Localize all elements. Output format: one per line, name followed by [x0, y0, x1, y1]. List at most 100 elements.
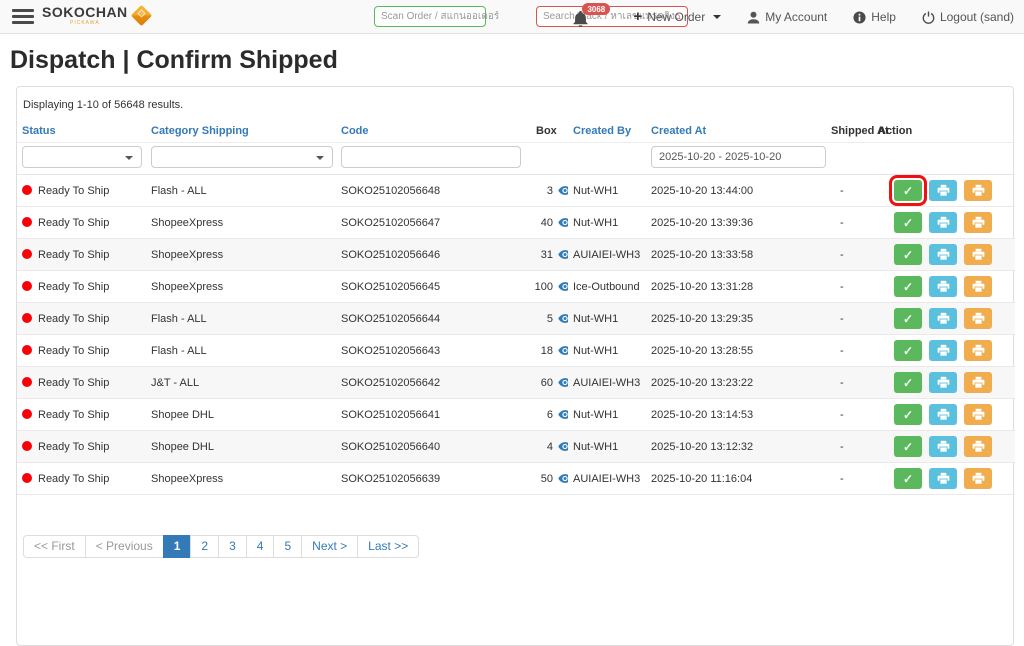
print-document-button[interactable]: [964, 404, 992, 425]
confirm-shipped-button[interactable]: ✓: [894, 372, 922, 393]
check-icon: ✓: [903, 217, 913, 229]
table-row: Ready To ShipShopee DHLSOKO251020566404N…: [17, 431, 1015, 463]
confirm-shipped-button[interactable]: ✓: [894, 468, 922, 489]
grid-panel: Displaying 1-10 of 56648 results. Status…: [16, 86, 1014, 646]
check-icon: ✓: [903, 281, 913, 293]
printer-icon: [937, 184, 950, 197]
brand-tagline: PICKAWA: [70, 20, 100, 26]
print-document-button[interactable]: [964, 436, 992, 457]
confirm-shipped-button[interactable]: ✓: [894, 436, 922, 457]
created-by-cell: Nut-WH1: [568, 207, 646, 239]
print-label-button[interactable]: [929, 340, 957, 361]
printer-icon: [972, 344, 985, 357]
sort-category-shipping[interactable]: Category Shipping: [151, 125, 249, 137]
status-cell: Ready To Ship: [17, 399, 146, 431]
date-range-filter-input[interactable]: [651, 146, 826, 168]
print-document-button[interactable]: [964, 212, 992, 233]
code-cell: SOKO25102056643: [336, 335, 524, 367]
print-document-button[interactable]: [964, 340, 992, 361]
sort-status[interactable]: Status: [22, 125, 56, 137]
pagination-4[interactable]: 4: [246, 535, 275, 558]
code-cell: SOKO25102056642: [336, 367, 524, 399]
pagination-next[interactable]: Next >: [301, 535, 358, 558]
print-label-button[interactable]: [929, 308, 957, 329]
view-boxes-eye-icon[interactable]: [558, 249, 568, 260]
view-boxes-eye-icon[interactable]: [558, 185, 568, 196]
status-label: Ready To Ship: [38, 345, 109, 357]
notifications-button[interactable]: 3068: [573, 5, 607, 29]
print-label-button[interactable]: [929, 404, 957, 425]
print-document-button[interactable]: [964, 276, 992, 297]
code-cell: SOKO25102056640: [336, 431, 524, 463]
help-button[interactable]: Help: [853, 10, 896, 24]
help-label: Help: [871, 10, 896, 24]
print-document-button[interactable]: [964, 244, 992, 265]
print-label-button[interactable]: [929, 372, 957, 393]
created-by-cell: Nut-WH1: [568, 175, 646, 207]
confirm-shipped-button[interactable]: ✓: [894, 212, 922, 233]
print-label-button[interactable]: [929, 244, 957, 265]
box-count: 31: [529, 249, 553, 261]
menu-hamburger-icon[interactable]: [12, 9, 34, 27]
print-document-button[interactable]: [964, 180, 992, 201]
status-label: Ready To Ship: [38, 441, 109, 453]
print-label-button[interactable]: [929, 180, 957, 201]
my-account-button[interactable]: My Account: [747, 10, 827, 24]
brand-logo[interactable]: SOKOCHAN PICKAWA: [42, 5, 149, 26]
status-label: Ready To Ship: [38, 249, 109, 261]
printer-icon: [937, 472, 950, 485]
action-cell: ✓: [873, 463, 1015, 495]
view-boxes-eye-icon[interactable]: [558, 281, 568, 292]
pagination-2[interactable]: 2: [190, 535, 219, 558]
confirm-shipped-button[interactable]: ✓: [894, 244, 922, 265]
print-label-button[interactable]: [929, 468, 957, 489]
status-filter-select[interactable]: [22, 146, 142, 168]
print-document-button[interactable]: [964, 468, 992, 489]
topbar-actions: 3068 + New Order My Account Help: [573, 0, 1014, 34]
print-document-button[interactable]: [964, 372, 992, 393]
print-label-button[interactable]: [929, 276, 957, 297]
box-count: 4: [529, 441, 553, 453]
status-cell: Ready To Ship: [17, 431, 146, 463]
confirm-shipped-button[interactable]: ✓: [894, 308, 922, 329]
logout-button[interactable]: Logout (sand): [922, 10, 1014, 24]
category-filter-select[interactable]: [151, 146, 333, 168]
sort-created-at[interactable]: Created At: [651, 125, 706, 137]
view-boxes-eye-icon[interactable]: [558, 473, 568, 484]
print-label-button[interactable]: [929, 436, 957, 457]
code-filter-input[interactable]: [341, 146, 521, 168]
view-boxes-eye-icon[interactable]: [558, 441, 568, 452]
view-boxes-eye-icon[interactable]: [558, 377, 568, 388]
sort-code[interactable]: Code: [341, 125, 369, 137]
box-cell: 60: [524, 367, 568, 399]
sort-created-by[interactable]: Created By: [573, 125, 631, 137]
view-boxes-eye-icon[interactable]: [558, 217, 568, 228]
table-row: Ready To ShipJ&T - ALLSOKO2510205664260A…: [17, 367, 1015, 399]
pagination-1[interactable]: 1: [163, 535, 192, 558]
brand-name: SOKOCHAN: [42, 5, 128, 20]
view-boxes-eye-icon[interactable]: [558, 409, 568, 420]
view-boxes-eye-icon[interactable]: [558, 313, 568, 324]
confirm-shipped-button[interactable]: ✓: [894, 404, 922, 425]
created-at-cell: 2025-10-20 13:31:28: [646, 271, 826, 303]
category-shipping-cell: Flash - ALL: [146, 175, 336, 207]
pagination-3[interactable]: 3: [218, 535, 247, 558]
print-document-button[interactable]: [964, 308, 992, 329]
header-action: Action: [878, 125, 912, 137]
action-cell: ✓: [873, 207, 1015, 239]
box-count: 6: [529, 409, 553, 421]
print-label-button[interactable]: [929, 212, 957, 233]
pagination-5[interactable]: 5: [273, 535, 302, 558]
view-boxes-eye-icon[interactable]: [558, 345, 568, 356]
table-row: Ready To ShipShopeeXpressSOKO25102056646…: [17, 239, 1015, 271]
shipped-at-cell: -: [826, 399, 873, 431]
new-order-button[interactable]: + New Order: [633, 10, 721, 24]
pagination-last[interactable]: Last >>: [357, 535, 419, 558]
printer-icon: [937, 280, 950, 293]
scan-order-input[interactable]: [381, 11, 513, 22]
confirm-shipped-button[interactable]: ✓: [894, 180, 922, 201]
box-cell: 6: [524, 399, 568, 431]
created-by-cell: AUIAIEI-WH3: [568, 367, 646, 399]
confirm-shipped-button[interactable]: ✓: [894, 276, 922, 297]
confirm-shipped-button[interactable]: ✓: [894, 340, 922, 361]
